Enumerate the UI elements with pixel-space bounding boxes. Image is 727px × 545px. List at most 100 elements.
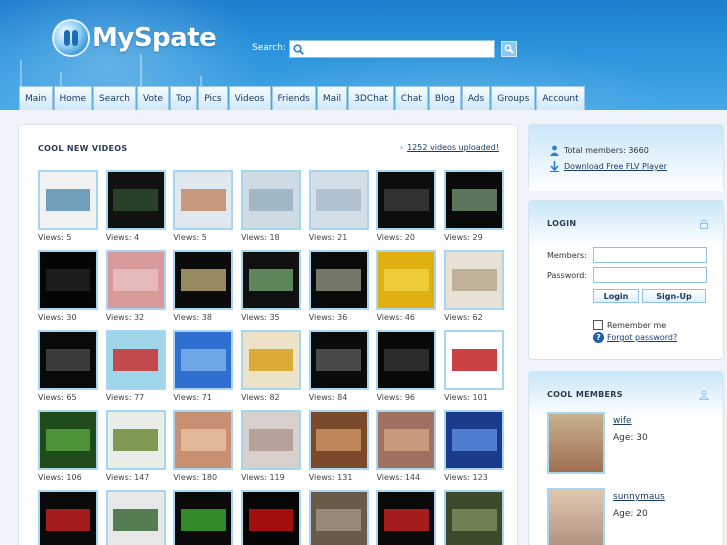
thumbnail-detail: [316, 348, 362, 372]
video-thumbnail[interactable]: [173, 330, 234, 390]
video-thumbnail[interactable]: [444, 330, 505, 390]
video-thumbnail[interactable]: [105, 490, 166, 545]
search-field[interactable]: [289, 40, 495, 58]
video-thumbnail[interactable]: [308, 410, 369, 470]
thumbnail-detail: [248, 268, 294, 292]
video-thumbnail[interactable]: [376, 170, 437, 230]
video-views: Views: 82: [241, 393, 280, 402]
video-views: Views: 147: [105, 473, 150, 482]
video-thumbnail[interactable]: [173, 490, 234, 545]
nav-tab-pics[interactable]: Pics: [198, 86, 228, 110]
avatar[interactable]: [547, 488, 605, 545]
video-thumbnail[interactable]: [444, 170, 505, 230]
member-card: sunnymaus Age: 20: [547, 488, 665, 545]
avatar[interactable]: [547, 412, 605, 474]
video-thumbnail[interactable]: [308, 330, 369, 390]
video-thumbnail[interactable]: [444, 410, 505, 470]
nav-tab-home[interactable]: Home: [53, 86, 93, 110]
thumbnail-detail: [248, 508, 294, 532]
thumbnail-detail: [451, 428, 497, 452]
thumbnail-detail: [45, 268, 91, 292]
password-input[interactable]: [593, 267, 707, 283]
video-thumbnail[interactable]: [38, 410, 98, 470]
members-input[interactable]: [593, 247, 707, 263]
member-name-link[interactable]: sunnymaus: [613, 492, 665, 502]
video-thumbnail[interactable]: [105, 410, 166, 470]
video-item: [105, 490, 168, 545]
video-views: Views: 38: [173, 313, 212, 322]
login-button[interactable]: Login: [593, 289, 639, 303]
video-thumbnail[interactable]: [444, 250, 505, 310]
video-thumbnail[interactable]: [173, 250, 234, 310]
video-thumbnail[interactable]: [308, 490, 369, 545]
forgot-password-link[interactable]: Forgot password?: [607, 333, 677, 342]
video-thumbnail[interactable]: [241, 170, 302, 230]
nav-tab-account[interactable]: Account: [536, 86, 585, 110]
video-views: Views: 144: [376, 473, 421, 482]
video-thumbnail[interactable]: [376, 410, 437, 470]
thumbnail-detail: [384, 188, 429, 212]
thumbnail-detail: [180, 268, 226, 292]
thumbnail-detail: [384, 508, 429, 532]
download-flv-player-link[interactable]: Download Free FLV Player: [564, 162, 667, 171]
video-thumbnail[interactable]: [241, 330, 302, 390]
video-thumbnail[interactable]: [105, 250, 166, 310]
total-members-text: Total members: 3660: [564, 146, 649, 155]
nav-tab-3dchat[interactable]: 3DChat: [348, 86, 394, 110]
video-thumbnail[interactable]: [38, 170, 98, 230]
nav-tab-chat[interactable]: Chat: [394, 86, 428, 110]
thumbnail-detail: [451, 508, 497, 532]
video-thumbnail[interactable]: [444, 490, 505, 545]
video-thumbnail[interactable]: [173, 170, 234, 230]
video-views: Views: 5: [173, 233, 207, 242]
thumbnail-detail: [316, 428, 362, 452]
video-item: [173, 490, 235, 545]
video-thumbnail[interactable]: [173, 410, 234, 470]
login-panel: LOGIN Members: Password: Login Sign-Up R…: [528, 200, 724, 360]
video-views: Views: 5: [38, 233, 72, 242]
search-button[interactable]: [501, 41, 517, 57]
video-thumbnail[interactable]: [308, 250, 369, 310]
video-views: Views: 123: [444, 473, 488, 482]
videos-uploaded-link[interactable]: 1252 videos uploaded!: [400, 143, 499, 152]
video-thumbnail[interactable]: [376, 490, 437, 545]
video-thumbnail[interactable]: [376, 250, 437, 310]
video-item: Views: 5: [173, 170, 235, 250]
video-thumbnail[interactable]: [38, 330, 98, 390]
video-views: Views: 77: [105, 393, 145, 402]
video-thumbnail[interactable]: [241, 490, 302, 545]
video-thumbnail[interactable]: [308, 170, 369, 230]
video-thumbnail[interactable]: [105, 330, 166, 390]
search-label: Search:: [252, 43, 286, 53]
nav-tab-ads[interactable]: Ads: [461, 86, 491, 110]
site-logo[interactable]: MySpate: [52, 16, 217, 60]
nav-tab-search[interactable]: Search: [93, 86, 136, 110]
nav-tab-friends[interactable]: Friends: [271, 86, 316, 110]
video-thumbnail[interactable]: [38, 250, 98, 310]
search-input[interactable]: [307, 42, 494, 56]
video-thumbnail[interactable]: [38, 490, 98, 545]
nav-tab-main[interactable]: Main: [19, 86, 53, 110]
video-thumbnail[interactable]: [241, 410, 302, 470]
nav-tab-top[interactable]: Top: [170, 86, 198, 110]
video-thumbnail[interactable]: [376, 330, 437, 390]
video-item: Views: 35: [241, 250, 303, 330]
video-item: [444, 490, 506, 545]
nav-tab-mail[interactable]: Mail: [316, 86, 348, 110]
nav-tab-vote[interactable]: Vote: [137, 86, 170, 110]
nav-tab-videos[interactable]: Videos: [228, 86, 271, 110]
user-icon: [699, 390, 709, 400]
member-name-link[interactable]: wife: [613, 416, 632, 426]
nav-tab-blog[interactable]: Blog: [428, 86, 461, 110]
video-item: Views: 144: [376, 410, 438, 490]
nav-tab-groups[interactable]: Groups: [491, 86, 536, 110]
member-info: wife Age: 30: [613, 412, 648, 474]
thumbnail-detail: [451, 268, 497, 292]
remember-me-checkbox[interactable]: [593, 320, 603, 330]
signup-button[interactable]: Sign-Up: [642, 289, 706, 303]
thumbnail-detail: [45, 428, 91, 452]
video-thumbnail[interactable]: [105, 170, 166, 230]
video-item: Views: 36: [308, 250, 371, 330]
video-thumbnail[interactable]: [241, 250, 302, 310]
video-views: Views: 101: [444, 393, 488, 402]
